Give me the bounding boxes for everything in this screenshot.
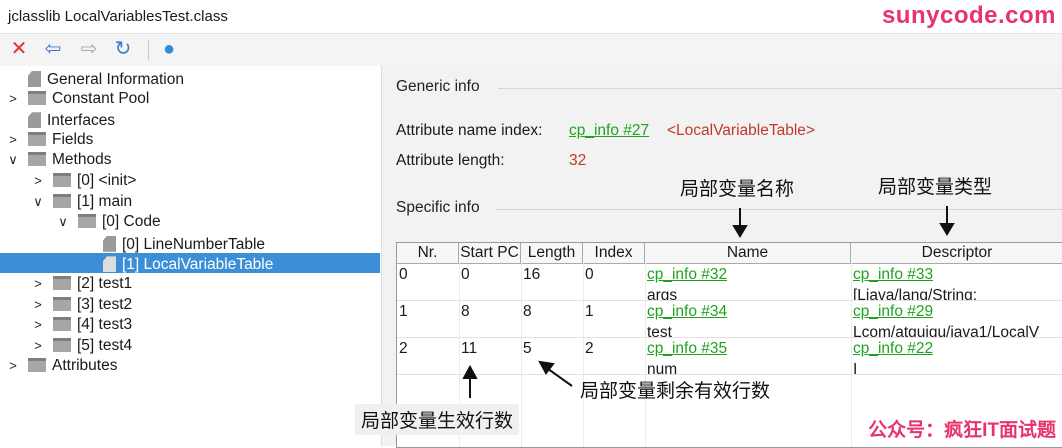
arrow-head-icon <box>732 225 748 238</box>
arrow-head-icon <box>462 364 478 379</box>
annotation-remaining: 局部变量剩余有效行数 <box>580 381 771 402</box>
annotation-start: 局部变量生效行数 <box>355 404 520 435</box>
annotation-arrows <box>462 206 955 398</box>
footer-watermark: 公众号：疯狂IT面试题 <box>862 413 1062 444</box>
arrow-head-icon <box>939 223 955 236</box>
